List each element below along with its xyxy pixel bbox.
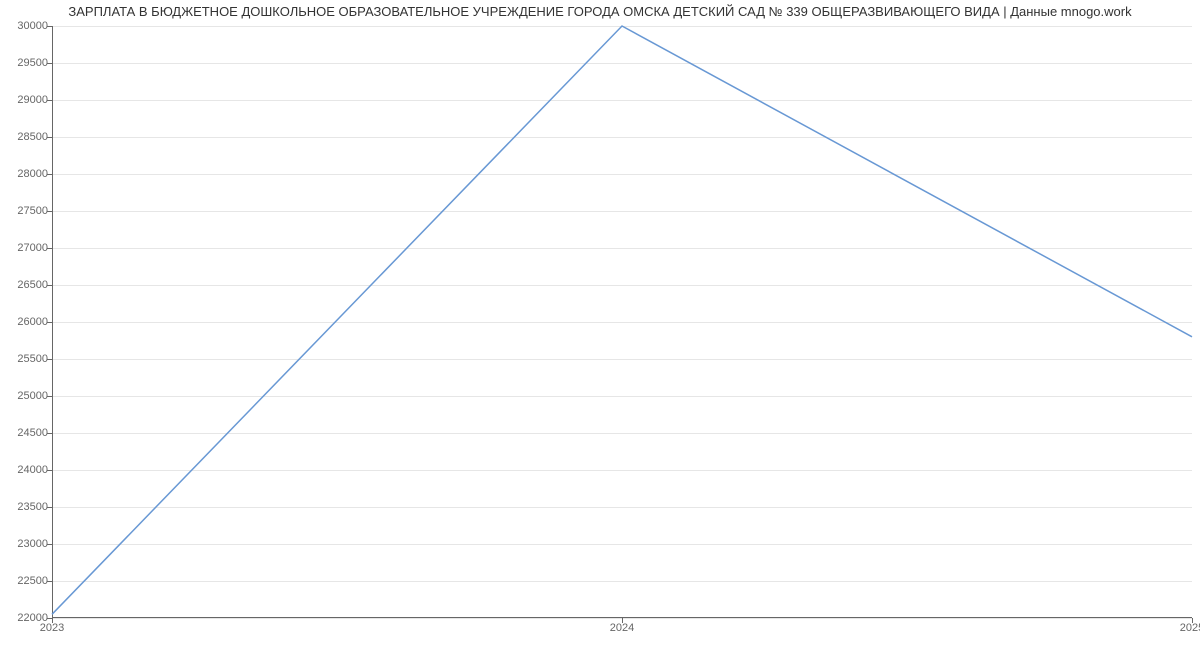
y-axis-tick-label: 28000 — [17, 168, 48, 180]
x-axis-tick-label: 2025 — [1180, 622, 1200, 634]
y-axis-tick-label: 23000 — [17, 538, 48, 550]
y-axis-tick-label: 23500 — [17, 501, 48, 513]
x-axis-tick-mark — [52, 618, 53, 623]
y-axis-tick-label: 22500 — [17, 575, 48, 587]
y-axis-tick-mark — [47, 100, 52, 101]
y-axis-tick-mark — [47, 248, 52, 249]
y-axis-tick-label: 26000 — [17, 316, 48, 328]
x-axis-tick-label: 2024 — [610, 622, 634, 634]
x-axis-tick-mark — [1192, 618, 1193, 623]
y-axis-tick-mark — [47, 174, 52, 175]
y-axis-tick-mark — [47, 359, 52, 360]
y-axis-tick-mark — [47, 507, 52, 508]
x-axis-tick-label: 2023 — [40, 622, 64, 634]
y-axis-tick-label: 29000 — [17, 94, 48, 106]
y-axis-tick-mark — [47, 285, 52, 286]
y-axis-tick-label: 30000 — [17, 20, 48, 32]
y-axis-tick-mark — [47, 26, 52, 27]
y-axis-tick-label: 25000 — [17, 390, 48, 402]
y-axis-tick-label: 24000 — [17, 464, 48, 476]
y-axis-tick-mark — [47, 137, 52, 138]
y-axis-tick-mark — [47, 544, 52, 545]
y-axis-tick-mark — [47, 470, 52, 471]
chart-line-svg — [52, 26, 1192, 618]
y-axis-tick-label: 25500 — [17, 353, 48, 365]
y-axis-tick-mark — [47, 322, 52, 323]
y-axis-tick-label: 27500 — [17, 205, 48, 217]
chart-container: ЗАРПЛАТА В БЮДЖЕТНОЕ ДОШКОЛЬНОЕ ОБРАЗОВА… — [0, 0, 1200, 650]
y-axis-tick-mark — [47, 433, 52, 434]
y-axis-tick-mark — [47, 63, 52, 64]
chart-title: ЗАРПЛАТА В БЮДЖЕТНОЕ ДОШКОЛЬНОЕ ОБРАЗОВА… — [0, 4, 1200, 19]
y-axis-tick-label: 24500 — [17, 427, 48, 439]
y-axis-tick-label: 27000 — [17, 242, 48, 254]
y-axis-tick-label: 29500 — [17, 57, 48, 69]
x-axis-tick-mark — [622, 618, 623, 623]
y-axis-tick-label: 26500 — [17, 279, 48, 291]
y-axis-tick-mark — [47, 211, 52, 212]
y-axis-tick-mark — [47, 396, 52, 397]
y-axis-tick-label: 28500 — [17, 131, 48, 143]
y-axis-tick-mark — [47, 581, 52, 582]
